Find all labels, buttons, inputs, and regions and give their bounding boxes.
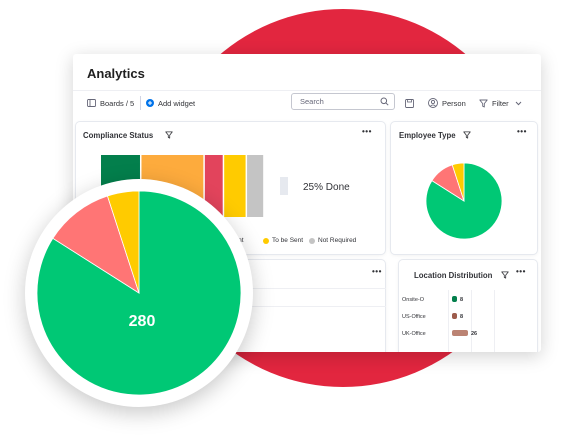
- gridline: [471, 290, 472, 352]
- filter-icon[interactable]: [165, 131, 173, 139]
- toolbar-separator: [140, 96, 141, 110]
- page-title: Analytics: [87, 66, 145, 81]
- legend-item: Not Required: [309, 237, 356, 244]
- filter-label: Filter: [492, 98, 509, 108]
- location-value: 26: [471, 331, 478, 337]
- location-bar: [452, 296, 457, 302]
- legend-label: To be Sent: [272, 237, 304, 244]
- axis-line: [448, 290, 449, 352]
- gridline: [494, 290, 495, 352]
- location-label: Onsite-O: [402, 297, 425, 303]
- boards-icon: [87, 99, 96, 107]
- save-button[interactable]: [405, 95, 418, 111]
- compliance-status-title: Compliance Status: [83, 131, 154, 140]
- search-icon: [380, 97, 389, 106]
- more-options-icon[interactable]: •••: [516, 267, 526, 276]
- chevron-down-icon: [515, 101, 522, 105]
- location-label: UK-Office: [402, 331, 426, 337]
- zoomed-pie-container: [25, 179, 253, 407]
- save-icon: [405, 98, 414, 108]
- employee-type-title: Employee Type: [399, 131, 456, 140]
- legend-item: To be Sent: [263, 237, 303, 244]
- legend-dot: [263, 237, 269, 244]
- filter-button[interactable]: Filter: [479, 95, 522, 111]
- search-placeholder: Search: [300, 97, 324, 106]
- legend-dot: [309, 237, 315, 244]
- location-bar: [452, 330, 468, 336]
- person-icon: [428, 98, 438, 108]
- done-percentage-label: 25% Done: [303, 182, 350, 193]
- employee-type-pie-chart: [425, 162, 503, 240]
- zoomed-pie-chart: [37, 191, 241, 395]
- boards-button[interactable]: Boards / 5: [87, 95, 134, 111]
- search-input[interactable]: Search: [291, 93, 395, 110]
- employee-type-widget: Employee Type •••: [391, 122, 537, 254]
- plus-circle-icon: [146, 99, 154, 107]
- boards-label: Boards / 5: [100, 98, 135, 108]
- location-label: US-Office: [402, 314, 426, 320]
- person-label: Person: [442, 98, 466, 108]
- location-distribution-title: Location Distribution: [414, 271, 493, 280]
- add-widget-label: Add widget: [158, 98, 196, 108]
- location-bar: [452, 313, 457, 319]
- filter-icon[interactable]: [501, 271, 509, 279]
- progress-segment: [247, 155, 264, 217]
- legend-label: Not Required: [318, 237, 357, 244]
- more-options-icon[interactable]: •••: [517, 127, 527, 136]
- filter-icon: [479, 99, 488, 107]
- toolbar-divider: [73, 90, 541, 91]
- location-value: 8: [460, 297, 464, 303]
- more-options-icon[interactable]: •••: [362, 127, 372, 136]
- more-options-icon[interactable]: •••: [372, 267, 382, 276]
- filter-icon[interactable]: [463, 131, 471, 139]
- location-value: 8: [460, 314, 464, 320]
- battery-tip: [280, 177, 288, 195]
- location-distribution-widget: Location Distribution ••• Onsite-O 8 US-…: [399, 260, 537, 352]
- total-count-label: 280: [128, 313, 156, 330]
- person-filter-button[interactable]: Person: [428, 95, 466, 111]
- add-widget-button[interactable]: Add widget: [146, 95, 195, 111]
